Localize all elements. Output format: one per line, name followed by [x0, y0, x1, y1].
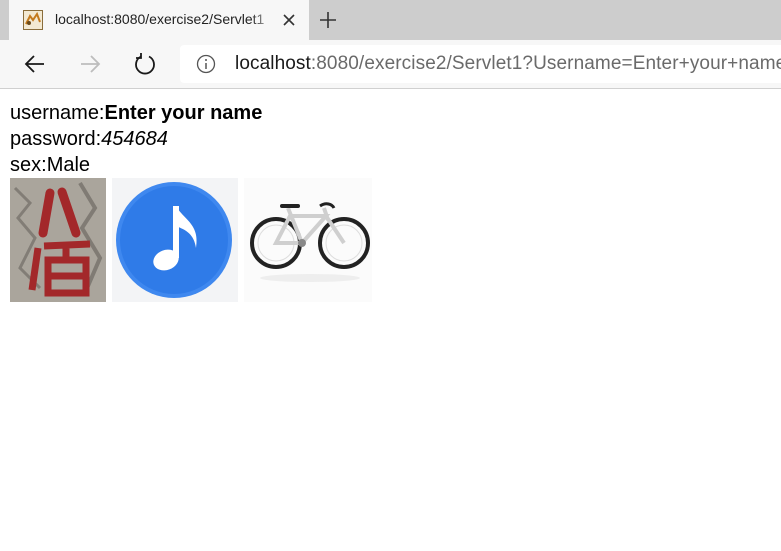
- tab-title: localhost:8080/exercise2/Servlet1: [55, 11, 265, 27]
- password-label: password:: [10, 128, 102, 150]
- music-note-icon: [112, 178, 238, 302]
- tomcat-favicon-icon: [23, 10, 43, 30]
- username-label: username:: [10, 102, 105, 124]
- close-icon[interactable]: [279, 10, 299, 30]
- password-value: 454684: [101, 128, 168, 150]
- sex-line: sex:Male: [10, 152, 262, 178]
- tab-strip: localhost:8080/exercise2/Servlet1: [0, 0, 781, 40]
- page-content: username:Enter your name password:454684…: [10, 100, 262, 178]
- url-text[interactable]: localhost:8080/exercise2/Servlet1?Userna…: [235, 53, 781, 75]
- password-line: password:454684: [10, 126, 262, 152]
- sex-label: sex:: [10, 154, 47, 176]
- sex-value: Male: [46, 154, 91, 176]
- address-bar[interactable]: localhost:8080/exercise2/Servlet1?Userna…: [180, 45, 781, 83]
- url-host: localhost: [235, 53, 311, 74]
- username-value: Enter your name: [104, 102, 263, 124]
- reload-icon[interactable]: [133, 52, 157, 76]
- chinese-characters-poster-image: [10, 178, 106, 302]
- back-arrow-icon[interactable]: [23, 52, 47, 76]
- new-tab-plus-icon[interactable]: [316, 8, 340, 32]
- url-path: :8080/exercise2/Servlet1?Username=Enter+…: [310, 53, 781, 74]
- info-icon[interactable]: [196, 54, 216, 74]
- browser-tab[interactable]: localhost:8080/exercise2/Servlet1: [9, 0, 309, 40]
- bicycle-image: [244, 178, 372, 302]
- browser-toolbar: localhost:8080/exercise2/Servlet1?Userna…: [0, 40, 781, 89]
- username-line: username:Enter your name: [10, 100, 262, 126]
- forward-arrow-icon[interactable]: [78, 52, 102, 76]
